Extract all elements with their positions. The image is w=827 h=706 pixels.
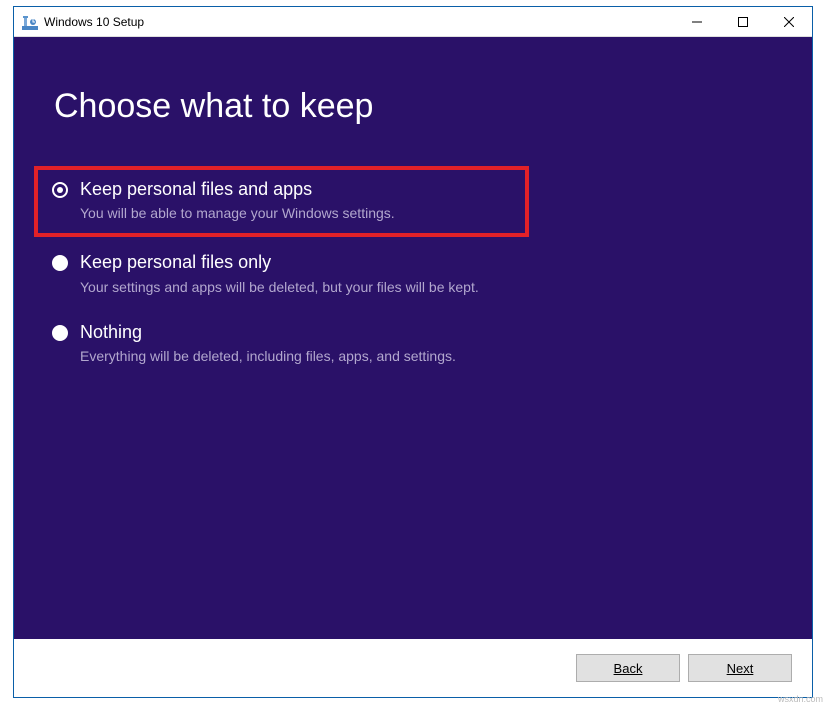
minimize-icon (692, 17, 702, 27)
option-text: Keep personal files and apps You will be… (80, 178, 395, 221)
next-button[interactable]: Next (688, 654, 792, 682)
page-heading: Choose what to keep (54, 87, 772, 126)
option-keep-files-only[interactable]: Keep personal files only Your settings a… (34, 241, 772, 310)
maximize-button[interactable] (720, 7, 766, 36)
back-button-label: Back (614, 661, 643, 676)
minimize-button[interactable] (674, 7, 720, 36)
option-description: Everything will be deleted, including fi… (80, 348, 456, 364)
option-keep-files-and-apps[interactable]: Keep personal files and apps You will be… (34, 166, 529, 237)
footer: Back Next (14, 639, 812, 697)
option-title: Nothing (80, 321, 456, 344)
next-button-label: Next (727, 661, 754, 676)
option-title: Keep personal files and apps (80, 178, 395, 201)
window-title: Windows 10 Setup (44, 15, 674, 29)
maximize-icon (738, 17, 748, 27)
back-button[interactable]: Back (576, 654, 680, 682)
options-list: Keep personal files and apps You will be… (34, 166, 772, 380)
titlebar: Windows 10 Setup (14, 7, 812, 37)
close-button[interactable] (766, 7, 812, 36)
option-description: Your settings and apps will be deleted, … (80, 279, 479, 295)
option-title: Keep personal files only (80, 251, 479, 274)
close-icon (784, 17, 794, 27)
watermark: wsxdn.com (778, 694, 823, 704)
option-nothing[interactable]: Nothing Everything will be deleted, incl… (34, 311, 772, 380)
option-text: Keep personal files only Your settings a… (80, 251, 479, 294)
radio-icon (52, 255, 68, 271)
radio-icon (52, 325, 68, 341)
window-controls (674, 7, 812, 36)
app-icon (22, 14, 38, 30)
option-description: You will be able to manage your Windows … (80, 205, 395, 221)
radio-icon (52, 182, 68, 198)
content-area: Choose what to keep Keep personal files … (14, 37, 812, 639)
option-text: Nothing Everything will be deleted, incl… (80, 321, 456, 364)
setup-window: Windows 10 Setup Choose what to keep Kee… (13, 6, 813, 698)
